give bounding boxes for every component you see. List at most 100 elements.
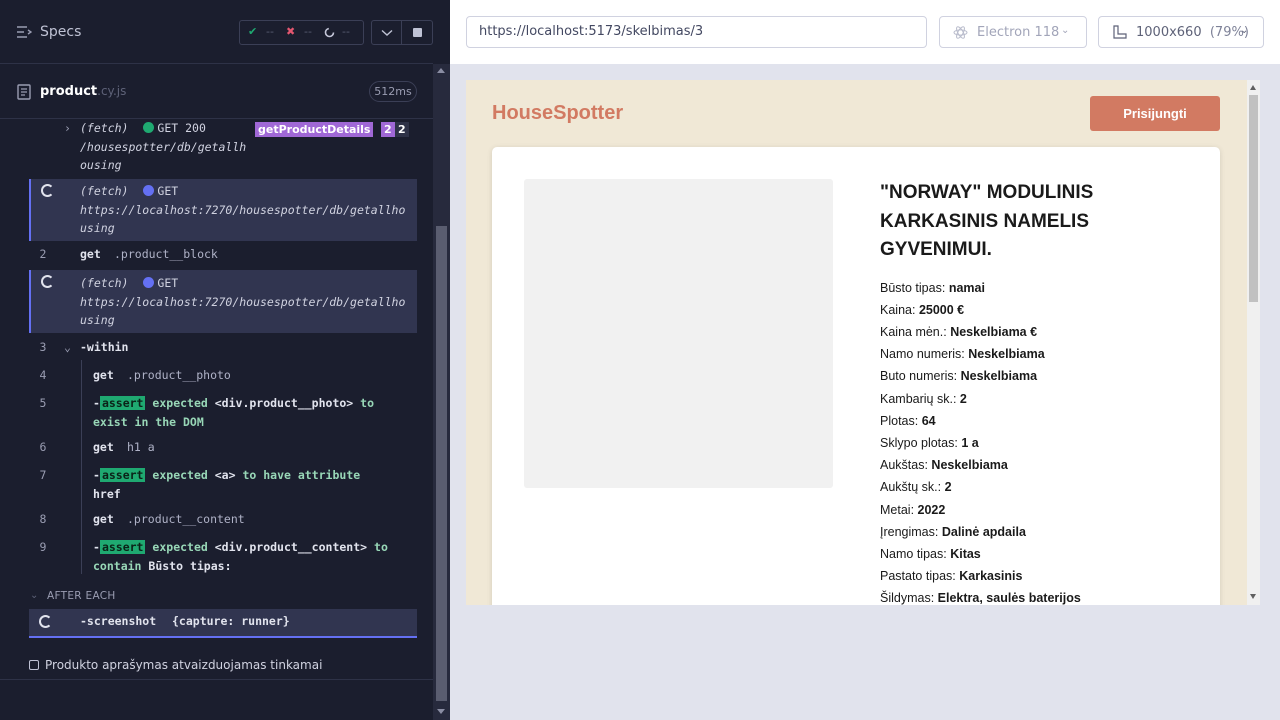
app-preview-panel: https://localhost:5173/skelbimas/3 Elect…	[450, 0, 1280, 720]
status-pending-icon	[143, 185, 155, 196]
field-value: 25000 €	[918, 302, 965, 317]
command-get-product-content[interactable]: 8 get .product__content	[29, 510, 417, 530]
ruler-icon	[1113, 25, 1127, 39]
product-field: Kambarių sk.: 2	[880, 388, 1200, 410]
spec-file-name[interactable]: product.cy.js	[40, 84, 126, 99]
command-get-product-photo[interactable]: 4 get .product__photo	[29, 366, 417, 386]
scroll-up-arrow-icon[interactable]	[1250, 85, 1256, 90]
spec-file-row: product.cy.js 512ms	[0, 65, 433, 119]
specs-header: Specs ✔ -- ✖ -- --	[0, 0, 433, 64]
browser-selector[interactable]: Electron 118 ⌄	[939, 16, 1087, 48]
scroll-down-arrow-icon[interactable]	[1250, 594, 1256, 599]
command-name: get	[93, 440, 114, 454]
field-label: Pastato tipas:	[880, 569, 956, 584]
scrollbar-thumb[interactable]	[436, 226, 447, 701]
viewport-dimensions: 1000x660	[1136, 25, 1202, 40]
expand-chevron-icon[interactable]: ›	[64, 119, 71, 138]
assert-subject: <div.product__content>	[214, 540, 368, 554]
command-fetch-pending[interactable]: (fetch) GET https://localhost:7270/house…	[29, 179, 417, 241]
command-get-product-block[interactable]: 2 get .product__block	[29, 245, 417, 265]
command-number: 9	[39, 540, 47, 554]
login-button[interactable]: Prisijungti	[1090, 96, 1220, 131]
command-screenshot[interactable]: -screenshot {capture: runner}	[29, 609, 417, 638]
field-value: namai	[948, 280, 985, 295]
stop-button[interactable]	[402, 20, 433, 45]
command-log-scrollbar[interactable]	[433, 64, 450, 720]
product-block: "NORWAY" MODULINIS KARKASINIS NAMELIS GY…	[492, 147, 1220, 605]
product-field: Namo tipas: Kitas	[880, 543, 1200, 565]
field-value: Karkasinis	[959, 569, 1023, 584]
command-within[interactable]: 3 ⌄ -within	[29, 338, 417, 358]
field-label: Įrengimas:	[880, 524, 939, 539]
assert-tag: assert	[99, 468, 146, 482]
field-value: Kitas	[950, 546, 981, 561]
spec-file-extension: .cy.js	[97, 84, 127, 98]
command-assert-contain[interactable]: 9 - assert expected <div.product__content…	[29, 538, 417, 576]
command-fetch-pending[interactable]: (fetch) GET https://localhost:7270/house…	[29, 270, 417, 333]
field-label: Būsto tipas:	[880, 280, 946, 295]
after-each-hook-label[interactable]: AFTER EACH	[47, 590, 116, 602]
assert-message-2: to have attribute	[242, 468, 361, 482]
test-row[interactable]: Produkto aprašymas atvaizduojamas tinkam…	[0, 650, 433, 680]
assert-tag: assert	[99, 540, 146, 554]
test-status-checkbox-icon	[29, 660, 39, 670]
command-fetch-getallhousing[interactable]: › (fetch) GET 200 /housespotter/db/getal…	[29, 119, 417, 177]
command-selector: .product__content	[127, 512, 245, 526]
assert-prefix: -	[93, 396, 100, 410]
specs-label[interactable]: Specs	[40, 24, 81, 40]
product-field: Šildymas: Elektra, saulės baterijos	[880, 587, 1200, 605]
product-field: Namo numeris: Neskelbiama	[880, 343, 1200, 365]
command-number: 5	[39, 396, 47, 410]
fetch-type: (fetch)	[80, 276, 129, 290]
field-label: Namo tipas:	[880, 546, 947, 561]
command-number: 2	[39, 247, 47, 261]
field-label: Plotas:	[880, 413, 919, 428]
electron-icon	[953, 26, 968, 39]
viewport-selector[interactable]: 1000x660 (79%) ⌄	[1098, 16, 1264, 48]
command-assert-href[interactable]: 7 - assert expected <a> to have attribute…	[29, 466, 417, 504]
request-count-badge: 2	[395, 122, 409, 137]
expand-chevron-icon[interactable]: ⌄	[64, 338, 71, 357]
scrollbar-thumb[interactable]	[1249, 95, 1258, 302]
product-field: Aukštas: Neskelbiama	[880, 454, 1200, 476]
command-number: 6	[39, 440, 47, 454]
assert-message-3: contain	[93, 558, 142, 573]
product-title: "NORWAY" MODULINIS KARKASINIS NAMELIS GY…	[880, 179, 1140, 265]
scroll-down-arrow-icon[interactable]	[437, 709, 445, 714]
preview-scrollbar[interactable]	[1247, 80, 1260, 605]
product-title-link[interactable]: "NORWAY" MODULINIS KARKASINIS NAMELIS GY…	[880, 182, 1093, 260]
product-fields: Būsto tipas: namai Kaina: 25000 € Kaina mė…	[880, 277, 1200, 606]
passed-count: --	[266, 25, 274, 38]
collapse-all-button[interactable]	[371, 20, 402, 45]
field-label: Kaina:	[880, 302, 916, 317]
field-label: Namo numeris:	[880, 347, 965, 362]
product-field: Plotas: 64	[880, 410, 1200, 432]
product-field: Metai: 2022	[880, 499, 1200, 521]
preview-toolbar: https://localhost:5173/skelbimas/3 Elect…	[450, 0, 1280, 64]
command-assert-photo-exists[interactable]: 5 - assert expected <div.product__photo> …	[29, 394, 417, 432]
product-photo	[524, 179, 833, 488]
field-label: Šildymas:	[880, 591, 935, 605]
fetch-method: GET	[157, 184, 179, 198]
fetch-type: (fetch)	[80, 184, 129, 198]
assert-value: href	[93, 486, 121, 501]
specs-list-icon[interactable]	[16, 25, 32, 39]
site-logo[interactable]: HouseSpotter	[492, 102, 623, 125]
url-bar[interactable]: https://localhost:5173/skelbimas/3	[466, 16, 927, 48]
assert-value: Būsto tipas:	[148, 558, 232, 573]
scroll-up-arrow-icon[interactable]	[437, 68, 445, 73]
viewport-size: 1000x660 (79%)	[1136, 25, 1249, 40]
assert-subject: <div.product__photo>	[214, 396, 354, 410]
assert-message-1: expected	[152, 396, 208, 410]
command-name: -within	[80, 340, 129, 354]
product-field: Sklypo plotas: 1 a	[880, 432, 1200, 454]
loading-spinner-icon	[41, 275, 54, 288]
command-get-h1-a[interactable]: 6 get h1 a	[29, 438, 417, 458]
alias-badge[interactable]: getProductDetails	[255, 122, 374, 137]
field-value: 64	[921, 413, 936, 428]
product-field: Aukštų sk.: 2	[880, 476, 1200, 498]
assert-message-2: to	[374, 540, 388, 554]
loading-spinner-icon	[39, 615, 52, 628]
chevron-down-icon[interactable]: ⌄	[30, 590, 38, 601]
assert-subject: <a>	[214, 468, 236, 482]
